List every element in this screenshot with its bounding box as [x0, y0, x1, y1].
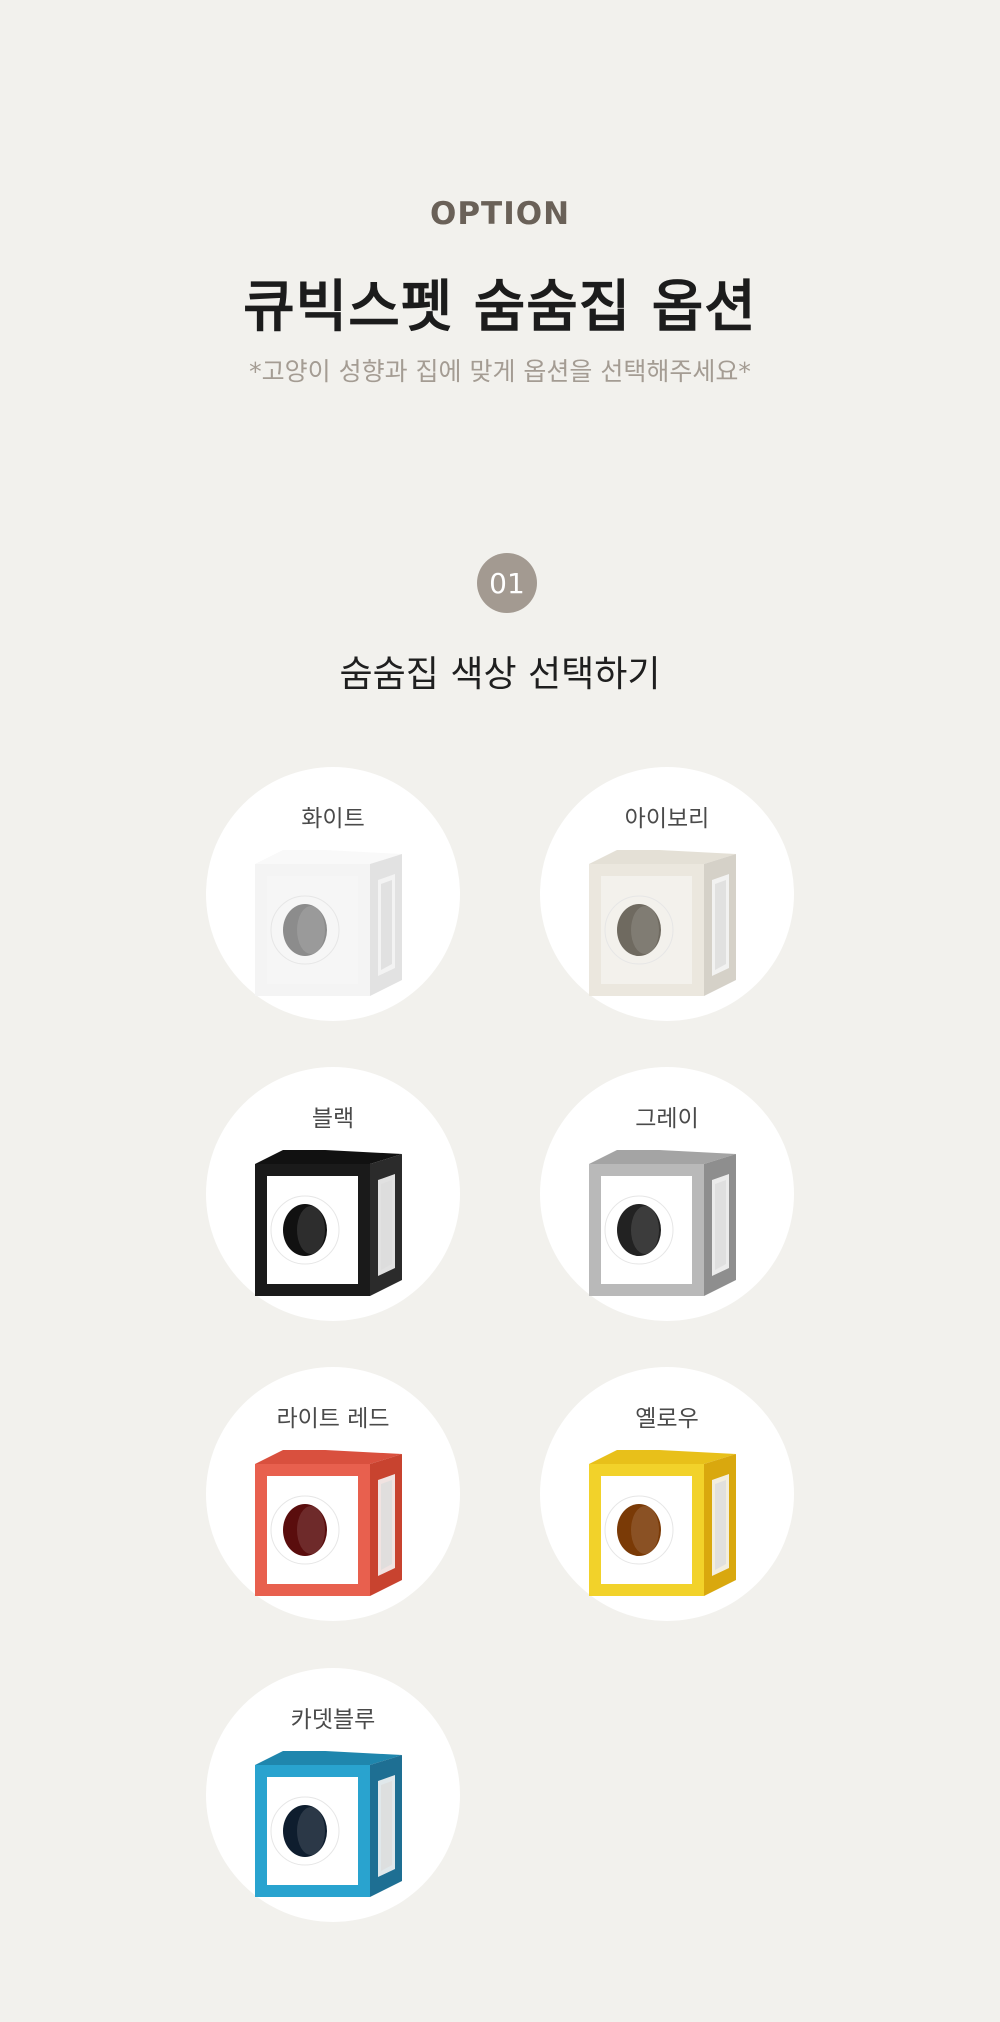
color-option-white[interactable]: 화이트	[206, 767, 460, 1021]
black-cube-house-icon	[253, 1150, 413, 1310]
cadet-blue-cube-house-icon	[253, 1751, 413, 1911]
color-option-gray[interactable]: 그레이	[540, 1067, 794, 1321]
header-eyebrow: OPTION	[429, 196, 571, 232]
option-label: 라이트 레드	[276, 1406, 390, 1432]
section-title: 숨숨집 색상 선택하기	[339, 654, 661, 695]
white-cube-house-icon	[253, 850, 413, 1010]
color-option-cadet-blue[interactable]: 카뎃블루	[206, 1668, 460, 1922]
option-label: 카뎃블루	[290, 1707, 376, 1733]
option-label: 아이보리	[624, 806, 710, 832]
gray-cube-house-icon	[587, 1150, 747, 1310]
page-title: 큐빅스펫 숨숨집 옵션	[243, 275, 757, 340]
color-option-light-red[interactable]: 라이트 레드	[206, 1367, 460, 1621]
yellow-cube-house-icon	[587, 1450, 747, 1610]
color-option-black[interactable]: 블랙	[206, 1067, 460, 1321]
color-option-yellow[interactable]: 옐로우	[540, 1367, 794, 1621]
option-label: 블랙	[311, 1106, 355, 1132]
option-label: 옐로우	[635, 1406, 699, 1432]
ivory-cube-house-icon	[587, 850, 747, 1010]
light-red-cube-house-icon	[253, 1450, 413, 1610]
option-label: 화이트	[301, 806, 365, 832]
step-number-badge: 01	[477, 553, 537, 613]
color-option-ivory[interactable]: 아이보리	[540, 767, 794, 1021]
option-label: 그레이	[635, 1106, 699, 1132]
page-subtitle: *고양이 성향과 집에 맞게 옵션을 선택해주세요*	[249, 357, 751, 386]
